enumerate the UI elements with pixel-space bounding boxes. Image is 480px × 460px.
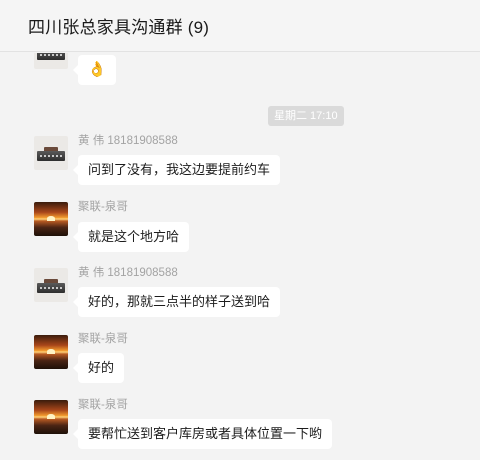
chat-header: 四川张总家具沟通群 (9) <box>0 0 480 52</box>
avatar[interactable] <box>34 136 68 170</box>
sender-name: 聚联-泉哥 <box>78 399 128 411</box>
avatar[interactable] <box>34 202 68 236</box>
message-bubble[interactable]: 要帮忙送到客户库房或者具体位置一下哟 <box>72 419 333 449</box>
timestamp-label: 星期二 17:10 <box>268 106 344 126</box>
avatar[interactable] <box>34 53 68 69</box>
avatar[interactable] <box>34 335 68 369</box>
sender-name: 聚联-泉哥 <box>78 201 128 213</box>
message-bubble[interactable]: 好的 <box>72 353 125 383</box>
avatar[interactable] <box>34 268 68 302</box>
sender-name: 黄 伟 18181908588 <box>78 267 178 279</box>
message-bubble[interactable]: 问到了没有，我这边要提前约车 <box>72 155 281 185</box>
message-bubble[interactable]: 好的，那就三点半的样子送到哈 <box>72 287 281 317</box>
message-bubble[interactable]: 👌 <box>73 55 116 85</box>
sender-name: 黄 伟 18181908588 <box>78 135 178 147</box>
sender-name: 聚联-泉哥 <box>78 333 128 345</box>
chat-title[interactable]: 四川张总家具沟通群 (9) <box>28 13 209 38</box>
message-list[interactable]: 👌 星期二 17:10 黄 伟 18181908588 问到了没有，我这边要提前… <box>0 53 480 460</box>
message-bubble[interactable]: 就是这个地方哈 <box>72 222 190 252</box>
avatar[interactable] <box>34 400 68 434</box>
